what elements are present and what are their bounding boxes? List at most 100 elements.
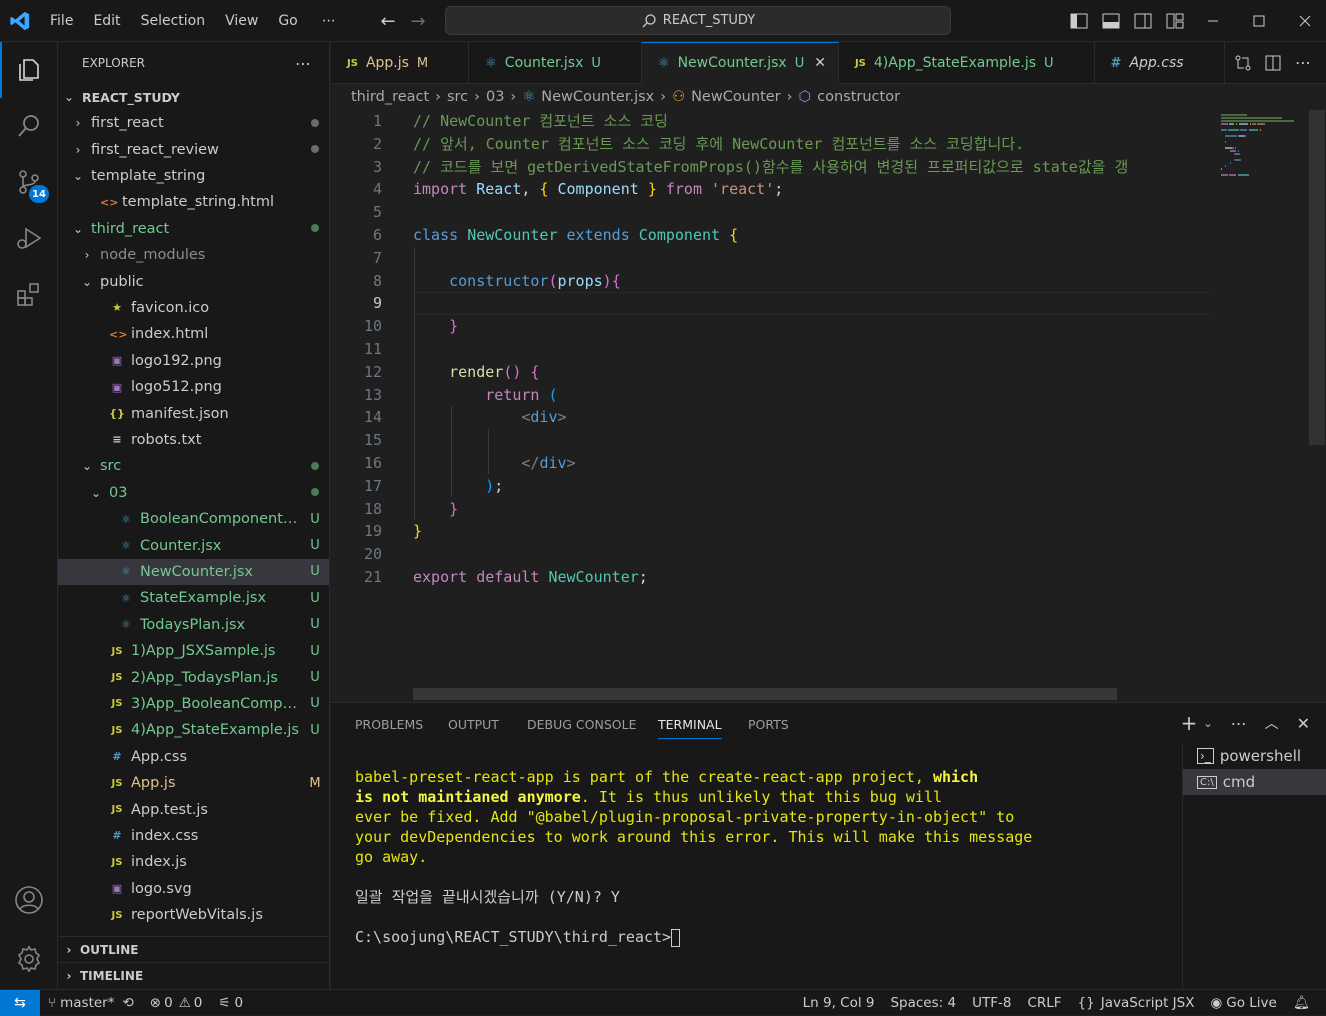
end-of-line[interactable]: CRLF [1019,995,1069,1011]
tree-item[interactable]: ⌄ src [58,453,329,479]
vertical-scrollbar[interactable] [1309,110,1325,445]
tree-item[interactable]: ⚛ TodaysPlan.jsx U [58,612,329,638]
tree-item[interactable]: JS App.test.js [58,796,329,822]
compare-changes-icon[interactable] [1228,54,1258,72]
tab-counter-jsx[interactable]: ⚛ Counter.jsx U [469,42,642,84]
minimap[interactable] [1211,110,1311,702]
horizontal-scrollbar[interactable] [413,688,1117,700]
settings-gear-icon[interactable] [0,931,58,987]
tree-item[interactable]: › first_react [58,110,329,136]
customize-layout-icon[interactable] [1159,0,1191,42]
tree-item[interactable]: ⚛ Counter.jsx U [58,532,329,558]
tree-item[interactable]: ⚛ StateExample.jsx U [58,585,329,611]
maximize-icon[interactable] [1236,0,1282,42]
tree-item[interactable]: ⌄ template_string [58,163,329,189]
panel-tab-debug-console[interactable]: DEBUG CONSOLE [527,717,636,732]
encoding[interactable]: UTF-8 [964,995,1019,1011]
breadcrumb-part[interactable]: NewCounter.jsx [541,89,654,105]
menu-go[interactable]: Go [268,0,307,42]
tree-item[interactable]: <> index.html [58,321,329,347]
tree-item[interactable]: JS 2)App_TodaysPlan.js U [58,664,329,690]
new-terminal-icon[interactable]: + [1181,711,1198,735]
search-icon[interactable] [0,98,58,154]
menu-selection[interactable]: Selection [131,0,216,42]
tree-item[interactable]: › first_react_review [58,136,329,162]
tree-item[interactable]: › node_modules [58,242,329,268]
panel-tab-ports[interactable]: PORTS [748,717,789,732]
minimize-icon[interactable] [1190,0,1236,42]
terminal-output[interactable]: babel-preset-react-app is part of the cr… [355,767,1175,947]
tab-app-css[interactable]: # App.css [1095,42,1225,84]
timeline-section[interactable]: › TIMELINE [58,962,329,988]
chevron-down-icon[interactable]: ⌄ [1203,717,1212,730]
tree-item[interactable]: JS 4)App_StateExample.js U [58,717,329,743]
tree-item[interactable]: JS 3)App_BooleanCompon... U [58,691,329,717]
extensions-icon[interactable] [0,266,58,322]
tree-item[interactable]: ★ favicon.ico [58,295,329,321]
tree-item[interactable]: ⚛ NewCounter.jsx U [58,558,329,586]
remote-indicator-icon[interactable]: ⇆ [0,989,40,1016]
tab-app-js[interactable]: JS App.js M [331,42,470,84]
breadcrumb-part[interactable]: third_react [351,89,429,105]
explorer-more-button[interactable]: ⋯ [295,54,311,73]
problems-status[interactable]: ⊗ 0 ⚠ 0 [142,995,211,1011]
close-window-icon[interactable] [1282,0,1326,42]
panel-tab-output[interactable]: OUTPUT [448,717,499,732]
source-control-icon[interactable]: 14 [0,154,58,210]
toggle-primary-sidebar-icon[interactable] [1063,0,1095,42]
split-editor-icon[interactable] [1258,55,1288,71]
tree-item[interactable]: JS App.js M [58,770,329,796]
tab-newcounter-jsx[interactable]: ⚛ NewCounter.jsx U ✕ [641,42,839,84]
close-panel-icon[interactable]: ✕ [1297,714,1310,733]
maximize-panel-icon[interactable]: ︿ [1265,713,1279,733]
tree-item[interactable]: ▣ logo192.png [58,348,329,374]
cursor-position[interactable]: Ln 9, Col 9 [795,995,883,1011]
command-center-search[interactable]: REACT_STUDY [445,6,951,35]
code-editor[interactable]: 1 // NewCounter 컴포넌트 소스 코딩 2 // 앞서, Counter… [331,110,1326,702]
tree-item[interactable]: JS index.js [58,849,329,875]
breadcrumb-part[interactable]: src [447,89,468,105]
tree-item[interactable]: ⌄ third_react [58,216,329,242]
back-arrow-icon[interactable]: ← [373,11,403,32]
tab-4-app-stateexample-js[interactable]: JS 4)App_StateExample.js U [839,42,1095,84]
workspace-root[interactable]: ⌄ REACT_STUDY [58,84,329,110]
ports-status[interactable]: ⚟ 0 [210,995,251,1011]
forward-arrow-icon[interactable]: → [403,11,433,32]
tree-item[interactable]: ▣ logo.svg [58,876,329,902]
tree-item[interactable]: {} manifest.json [58,400,329,426]
panel-tab-terminal[interactable]: TERMINAL [658,717,722,739]
tree-item[interactable]: JS 1)App_JSXSample.js U [58,638,329,664]
explorer-icon[interactable] [0,42,58,98]
go-live-button[interactable]: ◉ Go Live [1202,995,1284,1011]
tree-item[interactable]: # index.css [58,823,329,849]
breadcrumb-part[interactable]: NewCounter [691,89,781,105]
outline-section[interactable]: › OUTLINE [58,936,329,962]
more-menu-button[interactable]: ⋯ [312,0,346,42]
tree-item[interactable]: ▣ logo512.png [58,374,329,400]
terminal-item-cmd[interactable]: C:\ cmd [1183,769,1326,795]
tree-item[interactable]: # App.css [58,744,329,770]
terminal-item-powershell[interactable]: ›_ powershell [1183,743,1326,769]
run-debug-icon[interactable] [0,210,58,266]
git-branch[interactable]: ⑂ master* ⟲ [40,995,142,1011]
menu-view[interactable]: View [215,0,268,42]
menu-edit[interactable]: Edit [83,0,130,42]
toggle-secondary-sidebar-icon[interactable] [1127,0,1159,42]
tree-item[interactable]: JS reportWebVitals.js [58,902,329,928]
accounts-icon[interactable] [0,872,58,928]
tree-item[interactable]: <> template_string.html [58,189,329,215]
breadcrumb-part[interactable]: 03 [486,89,504,105]
breadcrumb-part[interactable]: constructor [817,89,900,105]
notifications-bell-icon[interactable]: 🔔︎ [1285,995,1326,1011]
panel-tab-problems[interactable]: PROBLEMS [355,717,423,732]
indentation[interactable]: Spaces: 4 [882,995,964,1011]
close-tab-icon[interactable]: ✕ [814,55,826,71]
tree-item[interactable]: ≡ robots.txt [58,427,329,453]
tab-more-button[interactable]: ⋯ [1288,53,1318,72]
language-mode[interactable]: {} JavaScript JSX [1070,995,1203,1011]
tree-item[interactable]: ⌄ 03 [58,480,329,506]
toggle-panel-icon[interactable] [1095,0,1127,42]
panel-more-button[interactable]: ⋯ [1231,714,1247,733]
tree-item[interactable]: ⚛ BooleanComponent.jsx U [58,506,329,532]
menu-file[interactable]: File [40,0,83,42]
